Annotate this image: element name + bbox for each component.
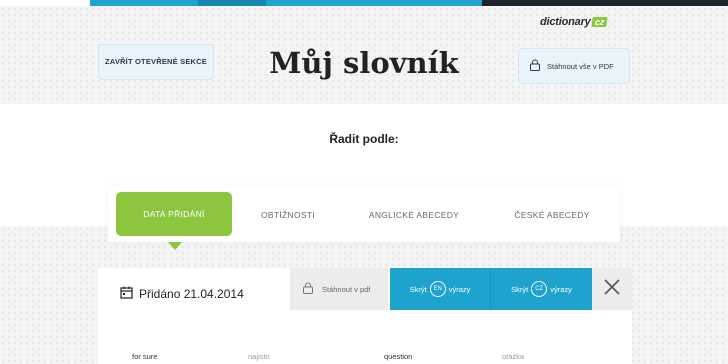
page-header: dictionary cz ZAVŘÍT OTEVŘENÉ SEKCE Můj s… <box>0 6 728 104</box>
download-pdf-label: Stáhnout v pdf <box>322 284 371 294</box>
hide-en-button[interactable]: Skrýt EN výrazy <box>390 268 490 310</box>
tab-czech-alphabet[interactable]: ČESKÉ ABECEDY <box>492 196 612 234</box>
sort-label: Řadit podle: <box>329 132 399 146</box>
dictionary-logo[interactable]: dictionary cz <box>540 16 608 28</box>
word-card: Přidáno 21.04.2014 Stáhnout v pdf Skrýt … <box>98 268 632 364</box>
close-icon <box>603 278 621 301</box>
download-all-label: Stáhnout vše v PDF <box>547 61 614 71</box>
hide-cz-suffix: výrazy <box>550 284 572 294</box>
hide-cz-prefix: Skrýt <box>511 284 529 294</box>
active-tab-pointer <box>168 242 182 250</box>
calendar-icon <box>120 286 133 302</box>
lock-icon <box>529 59 541 73</box>
hide-en-suffix: výrazy <box>448 284 471 294</box>
card-header: Přidáno 21.04.2014 Stáhnout v pdf Skrýt … <box>98 268 632 310</box>
added-date: Přidáno 21.04.2014 <box>120 286 244 302</box>
download-pdf-button[interactable]: Stáhnout v pdf <box>290 268 388 310</box>
cz-badge: CZ <box>531 281 548 297</box>
close-card-button[interactable] <box>592 268 632 310</box>
word-cz: otázka <box>502 352 525 361</box>
tab-english-alphabet[interactable]: ANGLICKÉ ABECEDY <box>352 196 476 234</box>
download-all-pdf-button[interactable]: Stáhnout vše v PDF <box>518 48 630 84</box>
hide-en-prefix: Skrýt <box>409 284 427 294</box>
tab-date-added[interactable]: DATA PŘIDÁNÍ <box>116 192 232 236</box>
word-en: question <box>384 352 413 361</box>
sort-tabs: DATA PŘIDÁNÍ OBTÍŽNOSTI ANGLICKÉ ABECEDY… <box>108 186 620 242</box>
tab-difficulty[interactable]: OBTÍŽNOSTI <box>240 196 336 234</box>
added-date-label: Přidáno 21.04.2014 <box>139 287 244 301</box>
en-badge: EN <box>429 281 446 297</box>
logo-badge: cz <box>590 17 608 27</box>
word-cz: najisto <box>248 352 270 361</box>
word-en: for sure <box>132 352 158 361</box>
hide-cz-button[interactable]: Skrýt CZ výrazy <box>490 268 592 310</box>
lock-icon <box>302 282 314 296</box>
